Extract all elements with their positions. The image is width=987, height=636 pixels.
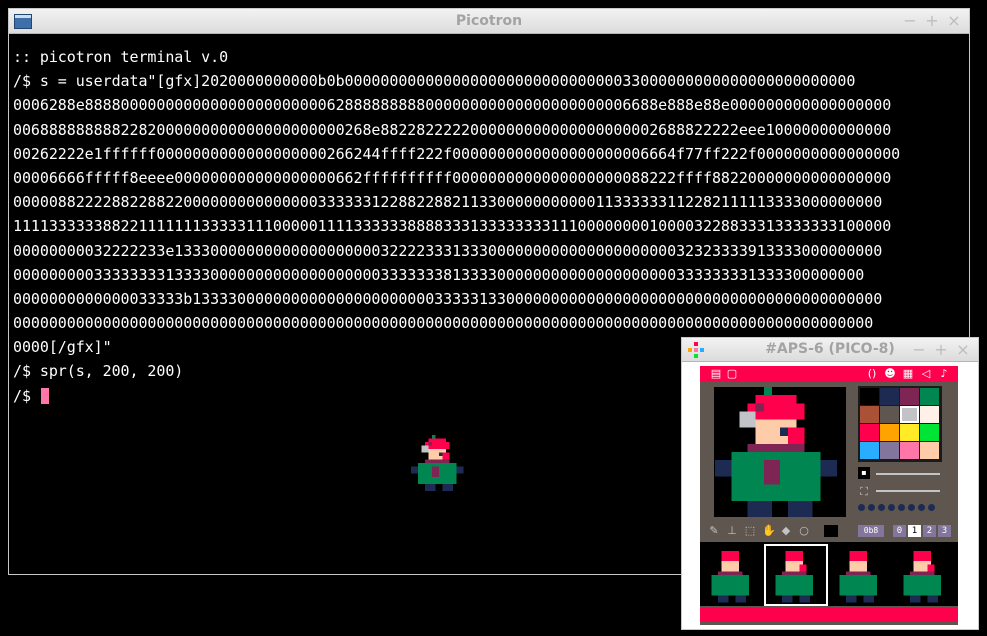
maximize-icon[interactable]: + [932, 340, 950, 360]
terminal-line: 0000088222288228822000000000000000333333… [13, 193, 883, 212]
flag-6-toggle[interactable] [918, 504, 925, 511]
text-cursor [40, 387, 49, 404]
sprite-editor-window: #APS-6 (PICO-8) − + × ▤ ▢ () ☻ ▦ ◁ ♪ ▪ ⛶… [681, 337, 979, 630]
sfx-tab-icon[interactable]: ◁ [920, 368, 932, 380]
palette-swatch-10[interactable] [900, 424, 919, 441]
sprite-tab-icon[interactable]: ☻ [884, 368, 896, 380]
palette-swatch-1[interactable] [880, 388, 899, 405]
pan-hand-icon[interactable]: ✋ [762, 525, 776, 537]
code-tab-icon[interactable]: () [866, 368, 878, 380]
sprite-editor-titlebar[interactable]: #APS-6 (PICO-8) − + × [682, 338, 978, 362]
editor-status-bar [700, 608, 958, 622]
palette-swatch-11[interactable] [920, 424, 939, 441]
flag-4-toggle[interactable] [898, 504, 905, 511]
sprite-tab-0[interactable]: 0 [893, 525, 906, 537]
palette-swatch-9[interactable] [880, 424, 899, 441]
sprite-thumb[interactable] [700, 544, 764, 606]
terminal-line: /$ s = userdata"[gfx]2020000000000b0b000… [13, 72, 856, 91]
zoom-level[interactable]: 0b8 [858, 525, 884, 537]
window-titlebar[interactable]: Picotron − + × [9, 9, 969, 34]
sprite-canvas[interactable] [714, 387, 846, 517]
sprite-flags [858, 504, 935, 511]
brush-size-icon[interactable]: ▪ [858, 467, 870, 479]
sprite-thumb-drawing [903, 550, 942, 603]
window-title: Picotron [455, 13, 523, 29]
flag-2-toggle[interactable] [878, 504, 885, 511]
close-icon[interactable]: × [954, 340, 972, 360]
terminal-line: 00000000032222233e1333000000000000000000… [13, 241, 883, 260]
stamp-icon[interactable]: ⊥ [726, 525, 738, 537]
close-icon[interactable]: × [945, 11, 963, 31]
terminal-line: 0000000003333333313333000000000000000000… [13, 265, 865, 284]
map-tab-icon[interactable]: ▦ [902, 368, 914, 380]
terminal-line: 0068888888882282000000000000000000000268… [13, 120, 892, 139]
pencil-icon[interactable]: ✎ [708, 525, 720, 537]
sprite-sheet [700, 542, 958, 606]
grid-toggle-icon[interactable]: ⛶ [858, 486, 870, 498]
terminal-line: 00006666fffff8eeee000000000000000000662f… [13, 168, 892, 187]
prompt-text: /$ [13, 386, 40, 405]
maximize-icon[interactable]: + [923, 11, 941, 31]
flag-0-toggle[interactable] [858, 504, 865, 511]
drawn-sprite [411, 435, 464, 491]
palette-swatch-2[interactable] [900, 388, 919, 405]
terminal-line: 1111333333882211111113333311100000111133… [13, 217, 892, 236]
sprite-thumb[interactable] [828, 544, 892, 606]
zoom-slider[interactable] [876, 490, 940, 492]
palette-swatch-4[interactable] [860, 406, 879, 423]
sprite-editor-tab-icon[interactable]: ▤ [710, 368, 722, 380]
sprite-thumb-drawing [711, 550, 750, 603]
flag-3-toggle[interactable] [888, 504, 895, 511]
palette-swatch-7[interactable] [920, 406, 939, 423]
circle-icon[interactable]: ○ [798, 525, 810, 537]
flag-5-toggle[interactable] [908, 504, 915, 511]
flag-7-toggle[interactable] [928, 504, 935, 511]
palette-swatch-8[interactable] [860, 424, 879, 441]
terminal-line: 00262222e1ffffff000000000000000000026624… [13, 144, 901, 163]
palette-swatch-5[interactable] [880, 406, 899, 423]
sprite-thumb-drawing [775, 550, 814, 603]
palette-swatch-13[interactable] [880, 442, 899, 459]
sprite-canvas-drawing [715, 387, 837, 517]
palette-swatch-15[interactable] [920, 442, 939, 459]
brush-size-slider[interactable] [876, 473, 940, 475]
terminal-line: 0006288e88880000000000000000000000062888… [13, 96, 892, 115]
palette-swatch-14[interactable] [900, 442, 919, 459]
music-tab-icon[interactable]: ♪ [938, 368, 950, 380]
fill-icon[interactable]: ◆ [780, 525, 792, 537]
pico8-editor: ▤ ▢ () ☻ ▦ ◁ ♪ ▪ ⛶ ✎ ⊥ ⬚ ✋ ◆ ○ 0b8 0 1 2… [700, 366, 958, 625]
palette-swatch-12[interactable] [860, 442, 879, 459]
terminal-line: :: picotron terminal v.0 [13, 48, 229, 66]
palette-swatch-0[interactable] [860, 388, 879, 405]
color-palette [858, 386, 942, 462]
flag-1-toggle[interactable] [868, 504, 875, 511]
palette-swatch-3[interactable] [920, 388, 939, 405]
sprite-thumb[interactable] [892, 544, 956, 606]
palette-swatch-6[interactable] [900, 406, 919, 423]
terminal-line: 0000000000000033333b13333000000000000000… [13, 289, 883, 308]
tool-row: ✎ ⊥ ⬚ ✋ ◆ ○ 0b8 0 1 2 3 [700, 521, 958, 541]
sprite-tab-1[interactable]: 1 [908, 525, 921, 537]
terminal-line: 0000000000000000000000000000000000000000… [13, 314, 874, 333]
select-icon[interactable]: ⬚ [744, 525, 756, 537]
sprite-tab-3[interactable]: 3 [938, 525, 951, 537]
sprite-tab-2[interactable]: 2 [923, 525, 936, 537]
minimize-icon[interactable]: − [910, 340, 928, 360]
minimize-icon[interactable]: − [901, 11, 919, 31]
sprite-thumb-drawing [839, 550, 878, 603]
editor-toolbar: ▤ ▢ () ☻ ▦ ◁ ♪ [700, 366, 958, 382]
sprite-thumb-selected[interactable] [764, 544, 828, 606]
current-color-icon [824, 525, 838, 537]
map-editor-tab-icon[interactable]: ▢ [726, 368, 738, 380]
